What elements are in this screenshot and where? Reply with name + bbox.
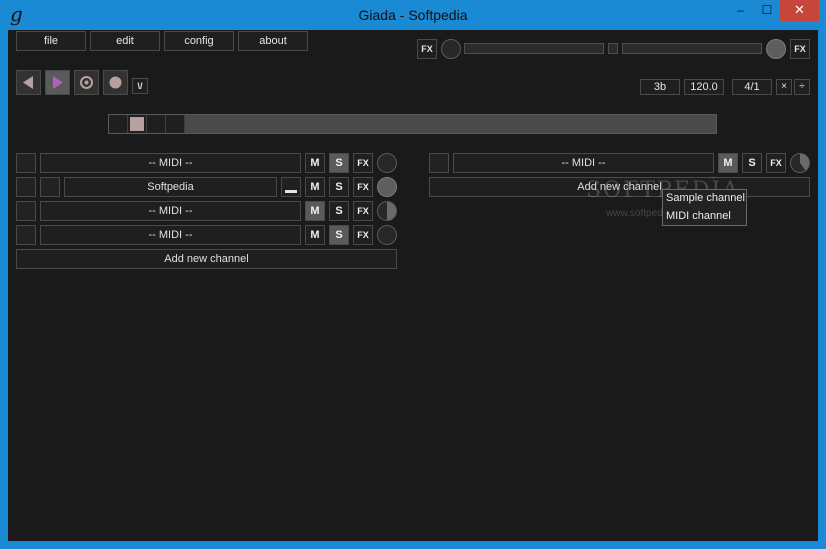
channel-fx-button[interactable]: FX: [766, 153, 786, 173]
beat-indicator: [130, 117, 144, 131]
app-window: g Giada - Softpedia – ☐ ✕ file edit conf…: [0, 0, 826, 549]
watermark-tm: ™: [708, 176, 717, 186]
record-input-button[interactable]: [103, 70, 128, 95]
channel-row: -- MIDI -- M S FX: [429, 153, 810, 173]
input-to-output-toggle[interactable]: \/: [132, 78, 148, 94]
channel-row: -- MIDI -- M S FX: [16, 225, 397, 245]
channel-arm-button[interactable]: [40, 177, 60, 197]
record-icon: [109, 76, 122, 89]
channel-name-button[interactable]: Softpedia: [64, 177, 277, 197]
output-meter: [622, 43, 762, 54]
input-fx-button[interactable]: FX: [417, 39, 437, 59]
close-button[interactable]: ✕: [780, 0, 819, 21]
main-panel: file edit config about FX FX \/ 3b 120.0…: [8, 30, 818, 541]
channel-status-button[interactable]: [16, 225, 36, 245]
mute-button[interactable]: M: [305, 153, 325, 173]
rewind-button[interactable]: [16, 70, 41, 95]
meter-field[interactable]: 4/1: [732, 79, 772, 95]
play-button[interactable]: [45, 70, 70, 95]
add-channel-context-menu: Sample channel MIDI channel: [662, 189, 747, 226]
divide-beats-button[interactable]: ÷: [794, 79, 810, 95]
channel-status-button[interactable]: [429, 153, 449, 173]
input-monitor-toggle[interactable]: [608, 43, 618, 54]
config-menu-button[interactable]: config: [164, 31, 234, 51]
channel-status-button[interactable]: [16, 201, 36, 221]
channel-volume-dial[interactable]: [377, 177, 397, 197]
channel-row: Softpedia M S FX: [16, 177, 397, 197]
mute-button[interactable]: M: [718, 153, 738, 173]
beat-cell: [166, 115, 185, 133]
channel-fx-button[interactable]: FX: [353, 225, 373, 245]
mute-button[interactable]: M: [305, 201, 325, 221]
channel-volume-dial[interactable]: [377, 201, 397, 221]
channel-fx-button[interactable]: FX: [353, 201, 373, 221]
beat-cell: [109, 115, 128, 133]
mute-button[interactable]: M: [305, 225, 325, 245]
output-volume-dial[interactable]: [766, 39, 786, 59]
mute-button[interactable]: M: [305, 177, 325, 197]
channel-mode-button[interactable]: [281, 177, 301, 197]
channel-name-button[interactable]: -- MIDI --: [40, 153, 301, 173]
beats-field[interactable]: 3b: [640, 79, 680, 95]
channel-status-button[interactable]: [16, 153, 36, 173]
beat-cell-active: [128, 115, 147, 133]
window-title: Giada - Softpedia: [358, 7, 468, 23]
channel-volume-dial[interactable]: [790, 153, 810, 173]
channel-status-button[interactable]: [16, 177, 36, 197]
record-actions-button[interactable]: [74, 70, 99, 95]
beat-cell: [147, 115, 166, 133]
file-menu-button[interactable]: file: [16, 31, 86, 51]
add-channel-button-left[interactable]: Add new channel: [16, 249, 397, 269]
channel-row: -- MIDI -- M S FX: [16, 201, 397, 221]
rewind-icon: [23, 76, 33, 89]
channel-volume-dial[interactable]: [377, 153, 397, 173]
solo-button[interactable]: S: [329, 225, 349, 245]
beat-meter: [108, 114, 717, 134]
mode-icon: [285, 190, 297, 193]
maximize-button[interactable]: ☐: [754, 0, 780, 21]
channel-fx-button[interactable]: FX: [353, 153, 373, 173]
channel-volume-dial[interactable]: [377, 225, 397, 245]
menu-item-sample-channel[interactable]: Sample channel: [666, 192, 745, 204]
channel-name-button[interactable]: -- MIDI --: [40, 201, 301, 221]
edit-menu-button[interactable]: edit: [90, 31, 160, 51]
bpm-field[interactable]: 120.0: [684, 79, 724, 95]
menu-item-midi-channel[interactable]: MIDI channel: [666, 210, 731, 222]
output-fx-button[interactable]: FX: [790, 39, 810, 59]
channel-fx-button[interactable]: FX: [353, 177, 373, 197]
record-actions-icon: [80, 76, 93, 89]
play-icon: [53, 76, 63, 89]
solo-button[interactable]: S: [329, 177, 349, 197]
input-volume-dial[interactable]: [441, 39, 461, 59]
solo-button[interactable]: S: [329, 201, 349, 221]
minimize-button[interactable]: –: [727, 0, 754, 21]
about-menu-button[interactable]: about: [238, 31, 308, 51]
channel-name-button[interactable]: -- MIDI --: [40, 225, 301, 245]
multiply-beats-button[interactable]: ×: [776, 79, 792, 95]
channel-name-button[interactable]: -- MIDI --: [453, 153, 714, 173]
solo-button[interactable]: S: [742, 153, 762, 173]
title-bar[interactable]: g Giada - Softpedia – ☐ ✕: [0, 0, 826, 30]
channel-row: -- MIDI -- M S FX: [16, 153, 397, 173]
solo-button[interactable]: S: [329, 153, 349, 173]
input-meter: [464, 43, 604, 54]
